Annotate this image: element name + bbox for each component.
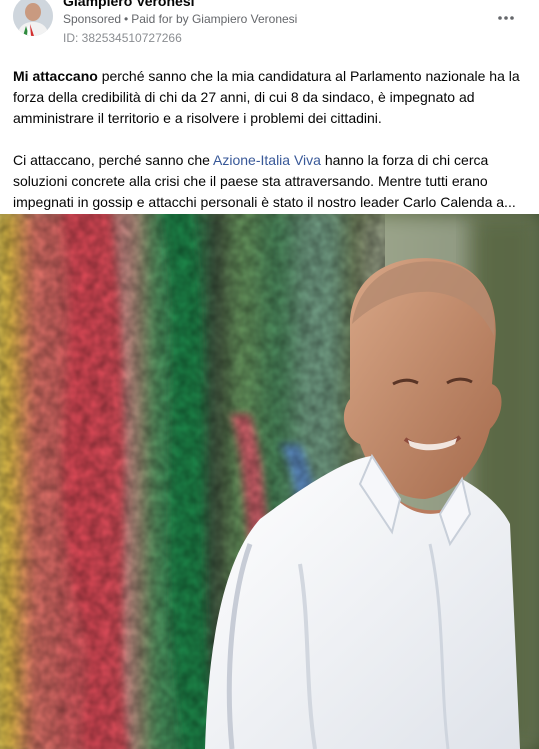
post-body: Mi attaccano perché sanno che la mia can… <box>13 66 527 234</box>
post-paragraph-2: Ci attaccano, perché sanno che Azione-It… <box>13 150 527 213</box>
author-name[interactable]: Giampiero Veronesi <box>63 0 195 9</box>
post-header: Giampiero Veronesi Sponsored • Paid for by… <box>0 0 539 56</box>
more-options-button[interactable] <box>494 6 518 30</box>
meta-separator: • <box>124 12 129 26</box>
post-photo[interactable] <box>0 214 539 749</box>
avatar[interactable] <box>13 0 53 36</box>
post-paragraph-1: Mi attaccano perché sanno che la mia can… <box>13 66 527 129</box>
paragraph-1-bold: Mi attaccano <box>13 68 98 84</box>
sponsored-line: Sponsored • Paid for by Giampiero Veronesi <box>63 12 297 26</box>
ad-id: ID: 382534510727266 <box>63 31 182 45</box>
more-horizontal-icon <box>498 16 514 20</box>
sponsored-label: Sponsored <box>63 12 122 26</box>
party-link[interactable]: Azione-Italia Viva <box>213 152 321 168</box>
paragraph-2-start: Ci attaccano, perché sanno che <box>13 152 214 168</box>
paid-for-label[interactable]: Paid for by Giampiero Veronesi <box>131 12 297 26</box>
